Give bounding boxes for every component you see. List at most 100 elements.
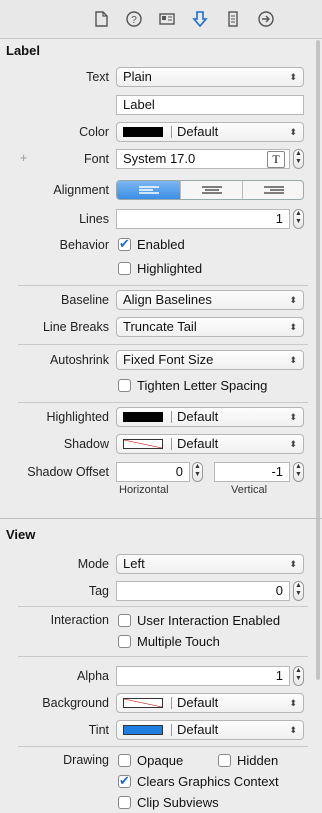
autoshrink-label: Autoshrink — [49, 353, 109, 367]
autoshrink-popup[interactable]: Fixed Font Size ⬍ — [116, 350, 304, 370]
no-color-swatch — [123, 439, 163, 449]
alpha-label: Alpha — [77, 669, 109, 683]
tighten-letter-spacing-label: Tighten Letter Spacing — [137, 378, 268, 393]
divider — [18, 606, 308, 607]
section-divider — [0, 518, 322, 519]
tighten-letter-spacing-checkbox[interactable] — [118, 379, 131, 392]
multiple-touch-label: Multiple Touch — [137, 634, 220, 649]
svg-text:?: ? — [131, 15, 137, 26]
color-swatch — [123, 412, 163, 422]
divider — [18, 344, 308, 345]
tint-popup[interactable]: Default ⬍ — [116, 720, 304, 740]
popup-arrows-icon: ⬍ — [289, 127, 297, 137]
align-right-icon[interactable] — [242, 181, 303, 199]
divider — [171, 697, 172, 709]
divider — [18, 746, 308, 747]
alpha-field[interactable]: 1 — [116, 666, 290, 686]
popup-arrows-icon: ⬍ — [289, 412, 297, 422]
opaque-checkbox[interactable] — [118, 754, 131, 767]
align-center-icon[interactable] — [180, 181, 243, 199]
popup-arrows-icon: ⬍ — [289, 355, 297, 365]
vertical-caption: Vertical — [231, 484, 268, 496]
shadow-offset-label: Shadow Offset — [27, 465, 109, 479]
identity-icon[interactable] — [157, 9, 177, 29]
highlighted-color-label: Highlighted — [46, 410, 109, 424]
file-icon[interactable] — [91, 9, 111, 29]
tag-field[interactable]: 0 — [116, 581, 290, 601]
label-section-title: Label — [6, 43, 40, 58]
horizontal-caption: Horizontal — [119, 484, 169, 496]
popup-arrows-icon: ⬍ — [289, 72, 297, 82]
tag-stepper[interactable]: ▲ ▼ — [293, 581, 304, 601]
font-picker-icon[interactable]: T — [267, 151, 285, 168]
divider — [171, 126, 172, 138]
divider — [18, 285, 308, 286]
popup-arrows-icon: ⬍ — [289, 559, 297, 569]
size-icon[interactable] — [223, 9, 243, 29]
enabled-checkbox[interactable] — [118, 236, 131, 252]
tint-swatch — [123, 725, 163, 735]
clip-subviews-label: Clip Subviews — [137, 795, 219, 810]
popup-arrows-icon: ⬍ — [289, 322, 297, 332]
line-breaks-popup[interactable]: Truncate Tail ⬍ — [116, 317, 304, 337]
mode-label: Mode — [77, 557, 109, 571]
divider — [18, 656, 308, 657]
background-label: Background — [42, 696, 109, 710]
line-breaks-label: Line Breaks — [42, 320, 109, 334]
baseline-label: Baseline — [61, 293, 109, 307]
divider — [171, 438, 172, 450]
lines-field[interactable]: 1 — [116, 209, 290, 229]
font-field[interactable]: System 17.0 T — [116, 149, 290, 169]
color-label: Color — [79, 125, 109, 139]
divider — [171, 724, 172, 736]
mode-popup[interactable]: Left ⬍ — [116, 554, 304, 574]
highlighted-checkbox-label: Highlighted — [137, 261, 203, 276]
shadow-offset-vertical-field[interactable]: -1 — [214, 462, 290, 482]
shadow-label: Shadow — [63, 437, 109, 451]
tag-label: Tag — [88, 584, 109, 598]
popup-arrows-icon: ⬍ — [289, 295, 297, 305]
popup-arrows-icon: ⬍ — [289, 725, 297, 735]
label-text-field[interactable]: Label — [116, 95, 304, 115]
align-left-icon[interactable] — [117, 181, 180, 199]
shadow-offset-horizontal-field[interactable]: 0 — [116, 462, 190, 482]
scrollbar[interactable] — [316, 40, 320, 680]
hidden-checkbox[interactable] — [218, 754, 231, 767]
shadow-popup[interactable]: Default ⬍ — [116, 434, 304, 454]
divider — [18, 402, 308, 403]
clears-graphics-context-checkbox[interactable] — [118, 773, 131, 789]
font-size-stepper[interactable]: ▲ ▼ — [293, 149, 304, 169]
connections-icon[interactable] — [256, 9, 276, 29]
add-variation-icon[interactable]: + — [20, 151, 27, 165]
lines-stepper[interactable]: ▲ ▼ — [293, 209, 304, 229]
behavior-label: Behavior — [59, 238, 109, 252]
user-interaction-enabled-checkbox[interactable] — [118, 614, 131, 627]
help-icon[interactable]: ? — [124, 9, 144, 29]
enabled-checkbox-label: Enabled — [137, 237, 185, 252]
highlighted-color-popup[interactable]: Default ⬍ — [116, 407, 304, 427]
font-label: Font — [83, 152, 109, 166]
vertical-stepper[interactable]: ▲ ▼ — [293, 462, 304, 482]
text-popup[interactable]: Plain ⬍ — [116, 67, 304, 87]
highlighted-checkbox[interactable] — [118, 262, 131, 275]
opaque-label: Opaque — [137, 753, 184, 768]
text-label: Text — [86, 70, 109, 84]
popup-arrows-icon: ⬍ — [289, 439, 297, 449]
interaction-label: Interaction — [50, 613, 109, 627]
alignment-label: Alignment — [53, 183, 109, 197]
attributes-icon[interactable] — [190, 9, 210, 29]
clears-graphics-context-label: Clears Graphics Context — [137, 774, 279, 789]
alpha-stepper[interactable]: ▲ ▼ — [293, 666, 304, 686]
alignment-segmented-control[interactable] — [116, 180, 304, 200]
multiple-touch-checkbox[interactable] — [118, 635, 131, 648]
tint-label: Tint — [88, 723, 109, 737]
clip-subviews-checkbox[interactable] — [118, 796, 131, 809]
horizontal-stepper[interactable]: ▲ ▼ — [192, 462, 203, 482]
background-popup[interactable]: Default ⬍ — [116, 693, 304, 713]
user-interaction-enabled-label: User Interaction Enabled — [137, 613, 281, 628]
no-color-swatch — [123, 698, 163, 708]
inspector-toolbar: ? — [0, 0, 322, 39]
baseline-popup[interactable]: Align Baselines ⬍ — [116, 290, 304, 310]
popup-arrows-icon: ⬍ — [289, 698, 297, 708]
color-popup[interactable]: Default ⬍ — [116, 122, 304, 142]
